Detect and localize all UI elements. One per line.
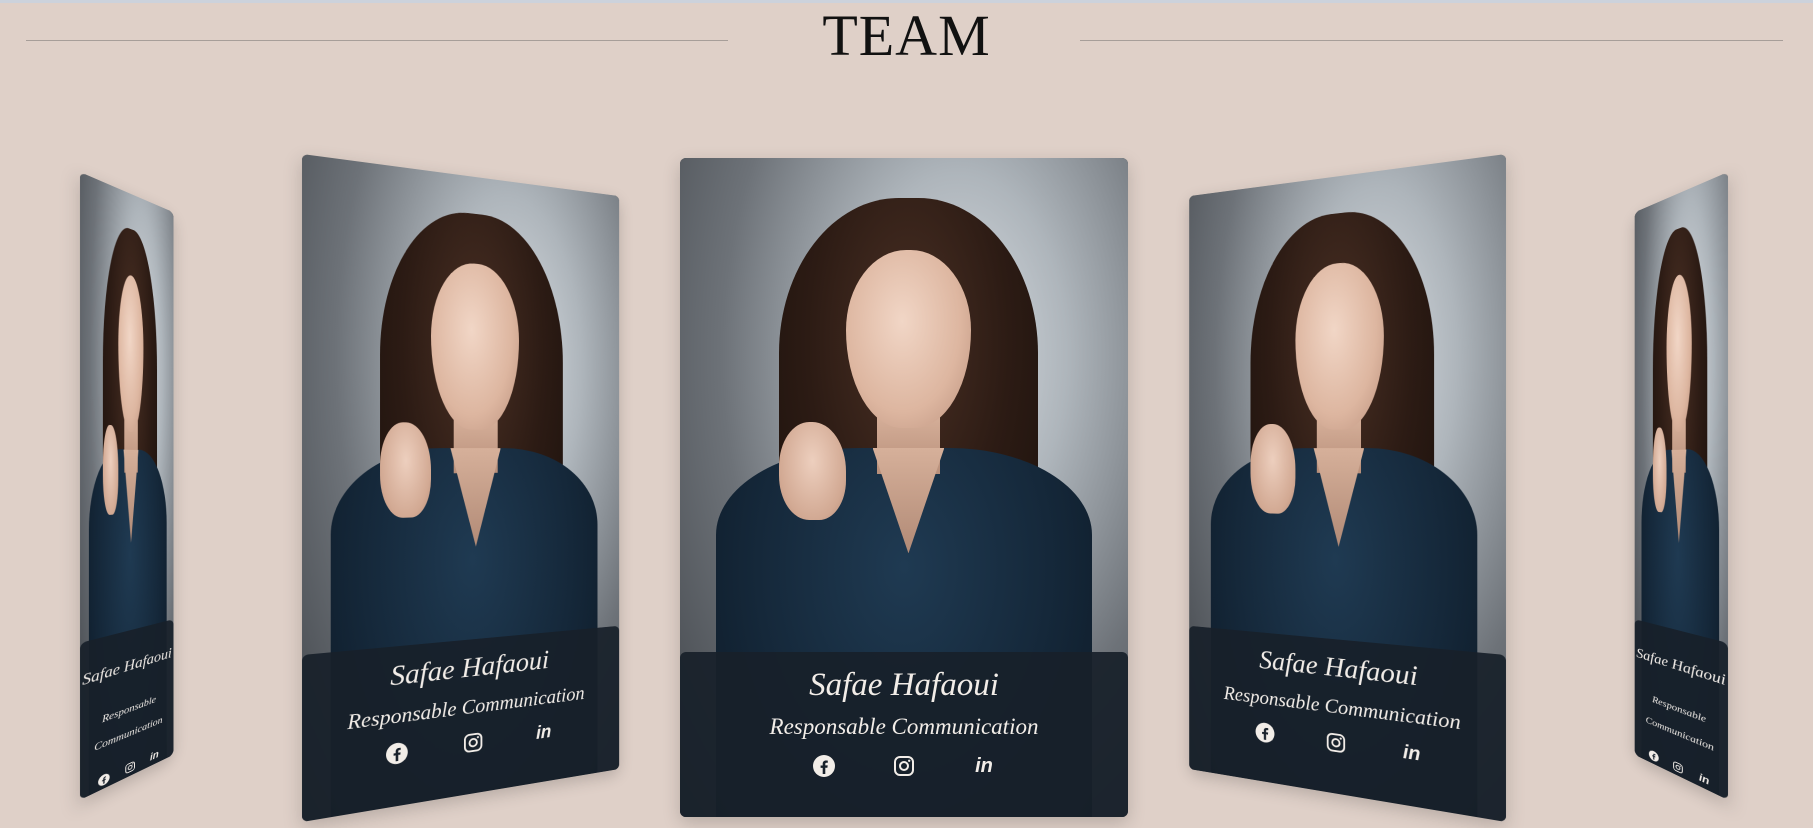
linkedin-icon[interactable]: in bbox=[149, 748, 160, 764]
member-role: Responsable Communication bbox=[769, 714, 1039, 740]
facebook-icon[interactable] bbox=[1648, 748, 1659, 764]
instagram-icon[interactable] bbox=[124, 759, 136, 776]
instagram-icon[interactable] bbox=[892, 754, 916, 778]
team-card-far-left[interactable]: Safae Hafaoui Responsable Communication … bbox=[80, 172, 174, 800]
member-name: Safae Hafaoui bbox=[809, 667, 999, 704]
member-info: Safae Hafaoui Responsable Communication … bbox=[680, 652, 1128, 817]
linkedin-icon[interactable]: in bbox=[1698, 771, 1711, 789]
linkedin-icon[interactable]: in bbox=[1400, 740, 1424, 766]
team-card-left[interactable]: Safae Hafaoui Responsable Communication … bbox=[302, 154, 620, 822]
facebook-icon[interactable] bbox=[385, 740, 409, 766]
facebook-icon[interactable] bbox=[1254, 720, 1275, 744]
instagram-icon[interactable] bbox=[462, 730, 484, 755]
linkedin-icon[interactable]: in bbox=[533, 720, 554, 744]
instagram-icon[interactable] bbox=[1672, 759, 1684, 776]
team-carousel[interactable]: Safae Hafaoui Responsable Communication … bbox=[0, 0, 1813, 828]
linkedin-icon[interactable]: in bbox=[972, 754, 996, 778]
member-info: Safae Hafaoui Responsable Communication … bbox=[302, 625, 620, 822]
team-card-center[interactable]: Safae Hafaoui Responsable Communication … bbox=[680, 158, 1128, 817]
member-info: Safae Hafaoui Responsable Communication … bbox=[1634, 619, 1728, 800]
member-info: Safae Hafaoui Responsable Communication … bbox=[80, 619, 174, 800]
team-card-far-right[interactable]: Safae Hafaoui Responsable Communication … bbox=[1634, 172, 1728, 800]
member-info: Safae Hafaoui Responsable Communication … bbox=[1189, 625, 1506, 822]
social-links: in bbox=[680, 754, 1128, 778]
facebook-icon[interactable] bbox=[98, 771, 111, 789]
instagram-icon[interactable] bbox=[1325, 730, 1347, 755]
team-card-right[interactable]: Safae Hafaoui Responsable Communication … bbox=[1189, 154, 1506, 822]
facebook-icon[interactable] bbox=[812, 754, 836, 778]
